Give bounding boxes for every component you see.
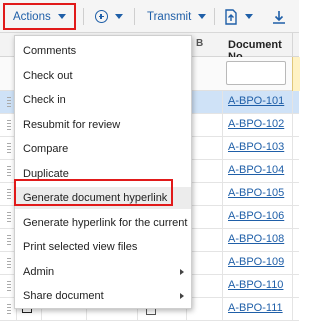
menu-item[interactable]: Check in <box>15 89 191 111</box>
chevron-down-icon <box>245 14 253 19</box>
drag-handle-icon[interactable] <box>7 189 11 199</box>
menu-item-label: Duplicate <box>23 167 69 180</box>
menu-item[interactable]: Check out <box>15 65 191 87</box>
menu-item-label: Admin <box>23 265 55 278</box>
download-icon <box>273 10 285 24</box>
document-no-link[interactable]: A-BPO-102 <box>228 118 284 130</box>
menu-item-label: Resubmit for review <box>23 118 121 131</box>
add-circle-icon <box>95 10 108 23</box>
menu-item-label: Generate hyperlink for the current r... <box>23 216 191 229</box>
menu-item-label: Comments <box>23 45 77 57</box>
drag-handle-icon[interactable] <box>7 212 11 222</box>
transmit-menu-button[interactable]: Transmit <box>147 3 207 30</box>
menu-item[interactable]: Generate hyperlink for the current r... <box>15 212 191 234</box>
upload-document-icon <box>225 8 237 25</box>
column-divider <box>292 298 293 320</box>
chevron-down-icon <box>57 14 66 19</box>
toolbar-divider <box>214 8 215 25</box>
transmit-label: Transmit <box>147 10 192 23</box>
column-divider <box>292 252 293 274</box>
menu-item[interactable]: Compare <box>15 138 191 160</box>
column-divider <box>292 229 293 251</box>
document-no-link[interactable]: A-BPO-110 <box>228 279 283 291</box>
menu-item-label: Check in <box>23 94 66 106</box>
column-divider <box>222 229 223 251</box>
menu-item-label: Compare <box>23 143 69 155</box>
menu-item-label: Share document <box>23 290 104 302</box>
column-divider <box>222 91 223 113</box>
column-divider <box>222 183 223 205</box>
menu-item-label: Check out <box>23 69 73 82</box>
document-no-link[interactable]: A-BPO-105 <box>228 187 284 199</box>
filter-edge <box>292 57 300 91</box>
menu-item-label: Print selected view files <box>23 241 138 253</box>
chevron-down-icon <box>115 14 123 19</box>
menu-item-label: Generate document hyperlink <box>23 192 168 204</box>
menu-item[interactable]: Duplicate <box>15 163 191 185</box>
column-divider <box>222 252 223 274</box>
actions-menu: Comments Check out Check in Resubmit for re… <box>14 35 192 309</box>
document-no-link[interactable]: A-BPO-104 <box>228 164 284 176</box>
document-no-link[interactable]: A-BPO-101 <box>228 95 284 107</box>
drag-handle-icon[interactable] <box>7 258 11 268</box>
toolbar-divider <box>134 8 135 25</box>
column-divider <box>292 183 293 205</box>
column-divider <box>222 298 223 320</box>
menu-item[interactable]: Share document <box>15 285 191 307</box>
actions-menu-button[interactable]: Actions <box>3 3 76 30</box>
menu-item[interactable]: Generate document hyperlink <box>15 187 191 209</box>
drag-handle-icon[interactable] <box>7 235 11 245</box>
column-divider <box>222 137 223 159</box>
drag-handle-icon[interactable] <box>7 281 11 291</box>
drag-handle-icon[interactable] <box>7 166 11 176</box>
upload-menu-button[interactable] <box>224 3 253 30</box>
column-header-fragment: B <box>196 38 204 49</box>
drag-handle-icon[interactable] <box>7 97 11 107</box>
column-divider <box>292 91 293 113</box>
column-divider <box>292 206 293 228</box>
document-no-link[interactable]: A-BPO-109 <box>228 256 284 268</box>
column-divider <box>222 160 223 182</box>
column-divider <box>292 114 293 136</box>
column-divider <box>222 206 223 228</box>
toolbar: Actions Transmit <box>0 0 299 33</box>
document-no-filter-input[interactable] <box>226 61 286 85</box>
chevron-right-icon <box>180 268 184 275</box>
document-no-link[interactable]: A-BPO-111 <box>228 302 283 314</box>
chevron-down-icon <box>198 14 207 19</box>
chevron-right-icon <box>180 293 184 299</box>
download-button[interactable] <box>271 3 287 30</box>
drag-handle-icon[interactable] <box>7 120 11 130</box>
column-divider <box>292 137 293 159</box>
drag-handle-icon[interactable] <box>7 143 11 153</box>
menu-item[interactable]: Resubmit for review <box>15 114 191 136</box>
document-no-link[interactable]: A-BPO-103 <box>228 141 284 153</box>
actions-label: Actions <box>13 10 51 23</box>
add-menu-button[interactable] <box>95 3 123 30</box>
menu-item[interactable]: Print selected view files <box>15 236 191 258</box>
drag-handle-icon[interactable] <box>7 304 11 314</box>
column-divider <box>292 160 293 182</box>
column-divider <box>292 275 293 297</box>
toolbar-divider <box>83 8 84 25</box>
menu-item[interactable]: Comments <box>15 40 191 62</box>
header-edge <box>292 33 300 57</box>
document-no-link[interactable]: A-BPO-106 <box>228 210 284 222</box>
document-no-link[interactable]: A-BPO-108 <box>228 233 284 245</box>
menu-item[interactable]: Admin <box>15 261 191 283</box>
column-divider <box>222 114 223 136</box>
column-divider <box>222 275 223 297</box>
